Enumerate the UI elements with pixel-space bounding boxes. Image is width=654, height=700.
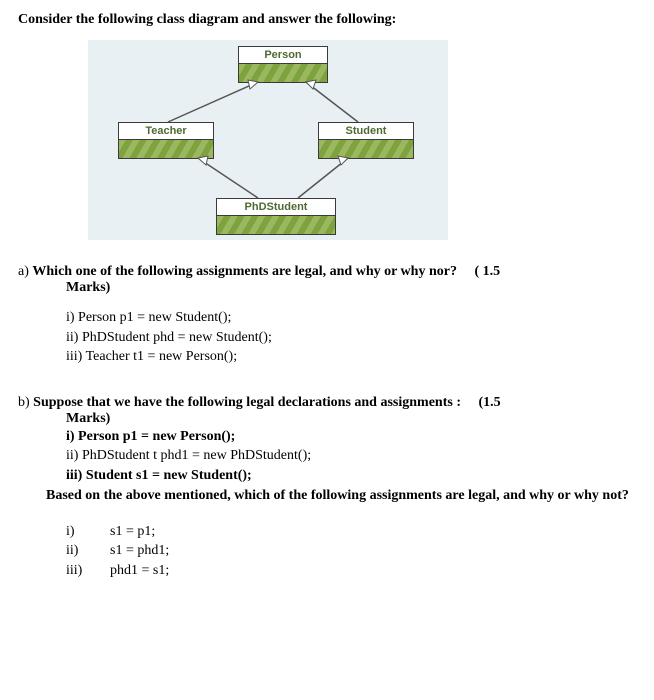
qa-question: Which one of the following assignments a… [32,264,457,279]
qb-answers: i) s1 = p1; ii) s1 = phd1; iii) phd1 = s… [18,522,636,581]
question-a-text: a) Which one of the following assignment… [18,264,636,280]
qb-ans-ii: ii) s1 = phd1; [66,541,636,561]
qb-ans-ii-code: s1 = phd1; [110,541,169,561]
qb-ans-i: i) s1 = p1; [66,522,636,542]
qb-label: b) [18,395,33,410]
qa-label: a) [18,264,32,279]
qa-marks-word: Marks) [66,280,636,296]
qa-item-i: i) Person p1 = new Student(); [66,308,636,328]
qa-items: i) Person p1 = new Student(); ii) PhDStu… [18,308,636,367]
class-diagram: Person Teacher Student PhDStudent [88,40,448,240]
qb-ans-iii: iii) phd1 = s1; [66,561,636,581]
page-heading: Consider the following class diagram and… [18,12,636,28]
question-b: b) Suppose that we have the following le… [18,395,636,581]
question-a: a) Which one of the following assignment… [18,264,636,367]
qa-item-iii: iii) Teacher t1 = new Person(); [66,347,636,367]
question-b-text: b) Suppose that we have the following le… [18,395,636,411]
qa-item-ii: ii) PhDStudent phd = new Student(); [66,328,636,348]
qb-decl-i: i) Person p1 = new Person(); [66,427,636,447]
qb-decl-ii: ii) PhDStudent t phd1 = new PhDStudent()… [66,446,636,466]
qb-ans-i-code: s1 = p1; [110,522,155,542]
qb-marks-word: Marks) [66,411,636,427]
qb-ans-i-num: i) [66,522,110,542]
qb-declarations: i) Person p1 = new Person(); ii) PhDStud… [18,427,636,486]
qa-marks: ( 1.5 [474,264,500,279]
qb-question: Suppose that we have the following legal… [33,395,461,410]
qb-ans-ii-num: ii) [66,541,110,561]
qb-decl-iii: iii) Student s1 = new Student(); [66,466,636,486]
qb-ans-iii-code: phd1 = s1; [110,561,169,581]
connector-lines [88,40,448,240]
qb-ans-iii-num: iii) [66,561,110,581]
qb-based: Based on the above mentioned, which of t… [46,488,636,504]
qb-marks: (1.5 [478,395,500,410]
